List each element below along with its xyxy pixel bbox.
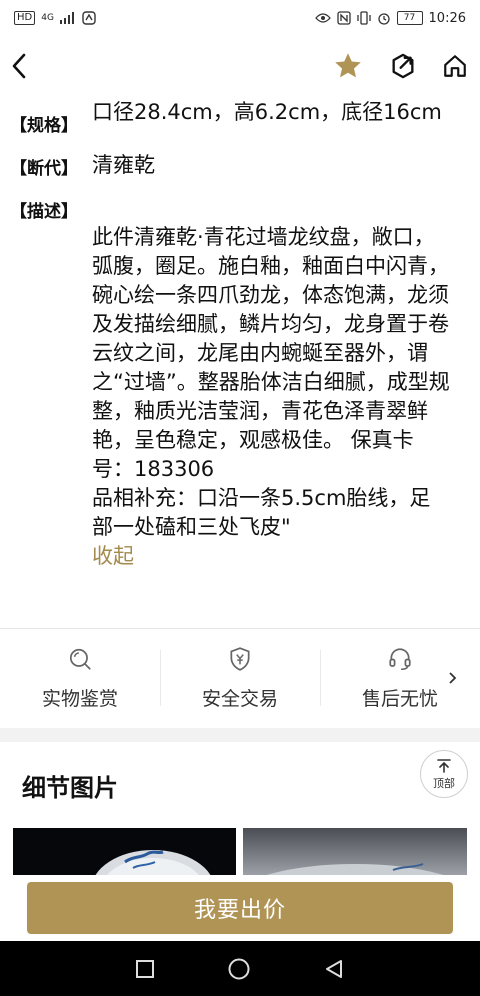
- system-navigation-bar: [0, 941, 480, 996]
- detail-images-title: 细节图片: [22, 774, 118, 802]
- network-type: 4G: [41, 13, 54, 23]
- app-notification-icon: [82, 11, 96, 25]
- spec-row-period: 【断代】 清雍乾: [0, 151, 480, 180]
- feature-item-secure-trade[interactable]: 安全交易: [160, 636, 320, 728]
- signal-icon: [59, 12, 74, 24]
- spec-value: 清雍乾: [92, 153, 155, 177]
- top-navbar: [0, 36, 480, 96]
- spec-row-description: 【描述】 此件清雍乾·青花过墙龙纹盘，敞口，弧腹，圈足。施白釉，釉面白中闪青，碗…: [0, 194, 480, 600]
- hd-badge: HD: [14, 11, 36, 25]
- share-icon: [392, 53, 414, 79]
- item-spec-section: 【规格】 口径28.4cm，高6.2cm，底径16cm 【断代】 清雍乾 【描述…: [0, 96, 480, 600]
- eye-icon: [314, 13, 331, 23]
- collapse-link[interactable]: 收起: [92, 542, 450, 571]
- alarm-icon: [377, 13, 390, 25]
- home-circle-icon[interactable]: [227, 957, 251, 981]
- arrow-up-icon: [437, 758, 451, 773]
- nfc-icon: [336, 11, 351, 25]
- clock: 10:26: [428, 10, 466, 26]
- more-features-button[interactable]: [448, 670, 458, 689]
- chevron-left-icon: [12, 53, 26, 79]
- back-button[interactable]: [0, 46, 40, 86]
- recent-apps-icon[interactable]: [135, 959, 155, 979]
- spec-tag: 【断代】: [10, 159, 78, 179]
- detail-image[interactable]: [243, 828, 467, 876]
- shield-yen-icon: [230, 647, 250, 671]
- spec-value: 口径28.4cm，高6.2cm，底径16cm: [92, 100, 442, 124]
- star-icon: [335, 53, 361, 78]
- divider: [0, 628, 480, 629]
- spec-value: 此件清雍乾·青花过墙龙纹盘，敞口，弧腹，圈足。施白釉，釉面白中闪青，碗心绘一条四…: [92, 194, 470, 600]
- spec-tag: 【规格】: [10, 116, 78, 136]
- status-left: HD 4G: [14, 11, 96, 25]
- back-to-top-button[interactable]: 顶部: [420, 750, 468, 798]
- section-separator: [0, 728, 480, 742]
- bottom-action-bar: 我要出价: [0, 875, 480, 941]
- service-features: 实物鉴赏 安全交易 售后无忧: [0, 636, 480, 728]
- detail-image[interactable]: [13, 828, 236, 876]
- status-right: 77 10:26: [314, 10, 466, 26]
- feature-label: 安全交易: [201, 688, 278, 710]
- magnifier-icon: [69, 648, 91, 670]
- place-bid-button[interactable]: 我要出价: [27, 882, 453, 934]
- share-button[interactable]: [383, 46, 423, 86]
- feature-label: 实物鉴赏: [41, 688, 118, 710]
- vibrate-icon: [356, 11, 371, 25]
- porcelain-dish-photo: [13, 828, 236, 876]
- feature-item-inspection[interactable]: 实物鉴赏: [0, 636, 160, 728]
- headset-icon: [389, 648, 411, 671]
- feature-label: 售后无忧: [361, 688, 438, 710]
- status-bar: HD 4G 77 10:26: [0, 0, 480, 36]
- description-text: 此件清雍乾·青花过墙龙纹盘，敞口，弧腹，圈足。施白釉，釉面白中闪青，碗心绘一条四…: [92, 225, 450, 539]
- porcelain-dish-photo: [243, 828, 467, 876]
- spec-row-size: 【规格】 口径28.4cm，高6.2cm，底径16cm: [0, 98, 480, 136]
- home-button[interactable]: [435, 46, 475, 86]
- back-to-top-label: 顶部: [433, 776, 455, 790]
- battery-indicator: 77: [396, 11, 423, 25]
- back-triangle-icon[interactable]: [323, 958, 345, 980]
- spec-tag: 【描述】: [10, 202, 78, 222]
- home-icon: [444, 55, 466, 77]
- favorite-button[interactable]: [328, 46, 368, 86]
- chevron-right-icon: [449, 672, 457, 684]
